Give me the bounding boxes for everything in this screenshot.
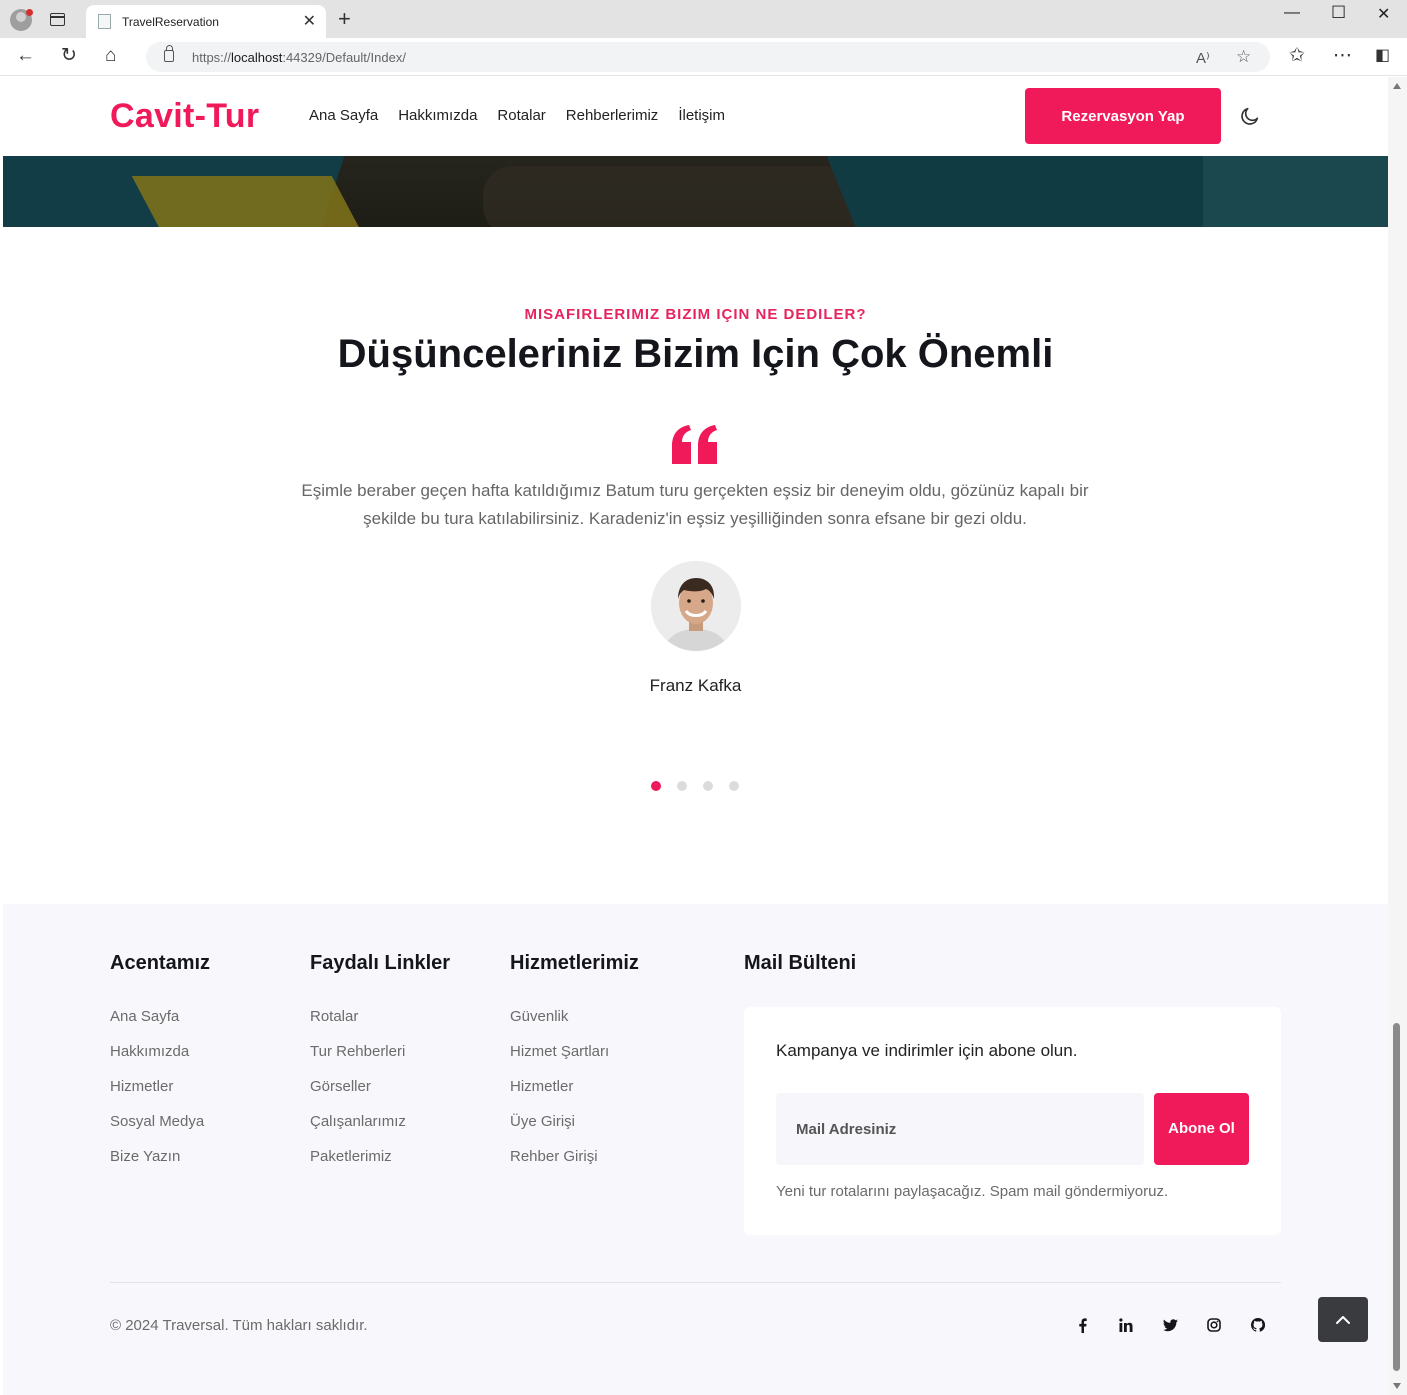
- read-aloud-icon[interactable]: A⁾: [1196, 49, 1210, 67]
- quote-icon: [670, 424, 720, 471]
- newsletter-card: Kampanya ve indirimler için abone olun. …: [744, 1007, 1281, 1235]
- address-bar[interactable]: https://localhost:44329/Default/Index/ A…: [146, 42, 1270, 72]
- tab-title: TravelReservation: [122, 15, 219, 29]
- carousel-dot-1[interactable]: [651, 781, 661, 791]
- social-links: [1071, 1314, 1269, 1336]
- footer-column-services: Hizmetlerimiz Güvenlik Hizmet Şartları H…: [510, 952, 639, 1182]
- testimonial-text: Eşimle beraber geçen hafta katıldığımız …: [301, 481, 1089, 528]
- refresh-icon[interactable]: ↻: [61, 46, 77, 66]
- newsletter-email-input[interactable]: [776, 1093, 1144, 1165]
- nav-link-contact[interactable]: İletişim: [678, 107, 725, 124]
- nav-link-home[interactable]: Ana Sayfa: [309, 107, 378, 124]
- footer-link[interactable]: Paketlerimiz: [310, 1147, 450, 1182]
- linkedin-icon[interactable]: [1115, 1314, 1137, 1336]
- footer-link[interactable]: Hizmetler: [510, 1077, 639, 1112]
- hero-image-strip: [3, 156, 1388, 227]
- footer-link[interactable]: Hizmetler: [110, 1077, 210, 1112]
- footer-column-useful-links: Faydalı Linkler Rotalar Tur Rehberleri G…: [310, 952, 450, 1182]
- subscribe-button[interactable]: Abone Ol: [1154, 1093, 1249, 1165]
- scrollbar-thumb[interactable]: [1393, 1023, 1400, 1371]
- testimonial-author: Franz Kafka: [649, 676, 742, 695]
- footer-link[interactable]: Hakkımızda: [110, 1042, 210, 1077]
- page-favicon-icon: [98, 14, 111, 29]
- minimize-icon[interactable]: —: [1284, 4, 1300, 22]
- footer-divider: [110, 1282, 1281, 1283]
- carousel-dots: [651, 781, 739, 791]
- footer-link[interactable]: Güvenlik: [510, 1007, 639, 1042]
- site-footer: Acentamız Ana Sayfa Hakkımızda Hizmetler…: [3, 904, 1388, 1395]
- footer-link[interactable]: Görseller: [310, 1077, 450, 1112]
- carousel-dot-4[interactable]: [729, 781, 739, 791]
- new-tab-icon[interactable]: +: [338, 8, 351, 30]
- tab-actions-icon[interactable]: [50, 13, 65, 26]
- testimonials-title: Düşünceleriniz Bizim Için Çok Önemli: [337, 332, 1054, 376]
- browser-titlebar: TravelReservation ✕ + — ☐ ✕: [0, 0, 1407, 38]
- profile-notification-dot: [26, 9, 33, 16]
- footer-heading: Faydalı Linkler: [310, 952, 451, 974]
- browser-toolbar: ← ↻ ⌂ https://localhost:44329/Default/In…: [0, 38, 1407, 76]
- footer-link[interactable]: Üye Girişi: [510, 1112, 639, 1147]
- page-scrollbar[interactable]: [1388, 77, 1407, 1395]
- dark-mode-moon-icon[interactable]: [1239, 105, 1261, 127]
- newsletter-text: Kampanya ve indirimler için abone olun.: [776, 1041, 1078, 1060]
- back-icon[interactable]: ←: [16, 46, 35, 66]
- github-icon[interactable]: [1247, 1314, 1269, 1336]
- more-menu-icon[interactable]: ⋯: [1333, 46, 1352, 66]
- footer-heading: Mail Bülteni: [744, 952, 857, 974]
- close-window-icon[interactable]: ✕: [1377, 4, 1390, 24]
- footer-column-newsletter: Mail Bülteni: [744, 952, 856, 1007]
- site-logo[interactable]: Cavit-Tur: [110, 97, 259, 136]
- maximize-icon[interactable]: ☐: [1331, 3, 1346, 23]
- copyright-text: © 2024 Traversal. Tüm hakları saklıdır.: [110, 1317, 368, 1334]
- footer-link[interactable]: Ana Sayfa: [110, 1007, 210, 1042]
- site-navbar: Cavit-Tur Ana Sayfa Hakkımızda Rotalar R…: [3, 77, 1388, 156]
- nav-link-about[interactable]: Hakkımızda: [398, 107, 477, 124]
- browser-tab[interactable]: TravelReservation ✕: [86, 5, 326, 38]
- nav-link-guides[interactable]: Rehberlerimiz: [566, 107, 659, 124]
- newsletter-note: Yeni tur rotalarını paylaşacağız. Spam m…: [776, 1183, 1169, 1200]
- footer-link[interactable]: Bize Yazın: [110, 1147, 210, 1182]
- footer-link[interactable]: Tur Rehberleri: [310, 1042, 450, 1077]
- footer-link[interactable]: Sosyal Medya: [110, 1112, 210, 1147]
- close-tab-icon[interactable]: ✕: [303, 11, 316, 31]
- web-page: Cavit-Tur Ana Sayfa Hakkımızda Rotalar R…: [3, 77, 1388, 1395]
- footer-column-agency: Acentamız Ana Sayfa Hakkımızda Hizmetler…: [110, 952, 210, 1182]
- sidebar-icon[interactable]: ◧: [1375, 46, 1390, 66]
- footer-link[interactable]: Rehber Girişi: [510, 1147, 639, 1182]
- instagram-icon[interactable]: [1203, 1314, 1225, 1336]
- footer-link[interactable]: Hizmet Şartları: [510, 1042, 639, 1077]
- nav-links: Ana Sayfa Hakkımızda Rotalar Rehberlerim…: [309, 107, 725, 124]
- scroll-down-arrow-icon[interactable]: [1393, 1383, 1401, 1389]
- footer-link[interactable]: Çalışanlarımız: [310, 1112, 450, 1147]
- facebook-icon[interactable]: [1071, 1314, 1093, 1336]
- footer-link[interactable]: Rotalar: [310, 1007, 450, 1042]
- testimonial-avatar: [651, 561, 741, 651]
- twitter-icon[interactable]: [1159, 1314, 1181, 1336]
- favorite-star-icon[interactable]: ☆: [1236, 47, 1251, 67]
- footer-heading: Hizmetlerimiz: [510, 952, 639, 974]
- favorites-icon[interactable]: ✩: [1289, 46, 1305, 66]
- testimonials-subtitle: MISAFIRLERIMIZ BIZIM IÇIN NE DEDILER?: [524, 306, 867, 323]
- lock-icon: [164, 45, 174, 62]
- home-icon[interactable]: ⌂: [105, 46, 116, 66]
- url-text[interactable]: https://localhost:44329/Default/Index/: [192, 50, 406, 65]
- carousel-dot-3[interactable]: [703, 781, 713, 791]
- scroll-to-top-button[interactable]: [1318, 1297, 1368, 1342]
- scroll-up-arrow-icon[interactable]: [1393, 83, 1401, 89]
- reservation-button[interactable]: Rezervasyon Yap: [1025, 88, 1221, 144]
- carousel-dot-2[interactable]: [677, 781, 687, 791]
- footer-heading: Acentamız: [110, 952, 211, 974]
- nav-link-routes[interactable]: Rotalar: [497, 107, 545, 124]
